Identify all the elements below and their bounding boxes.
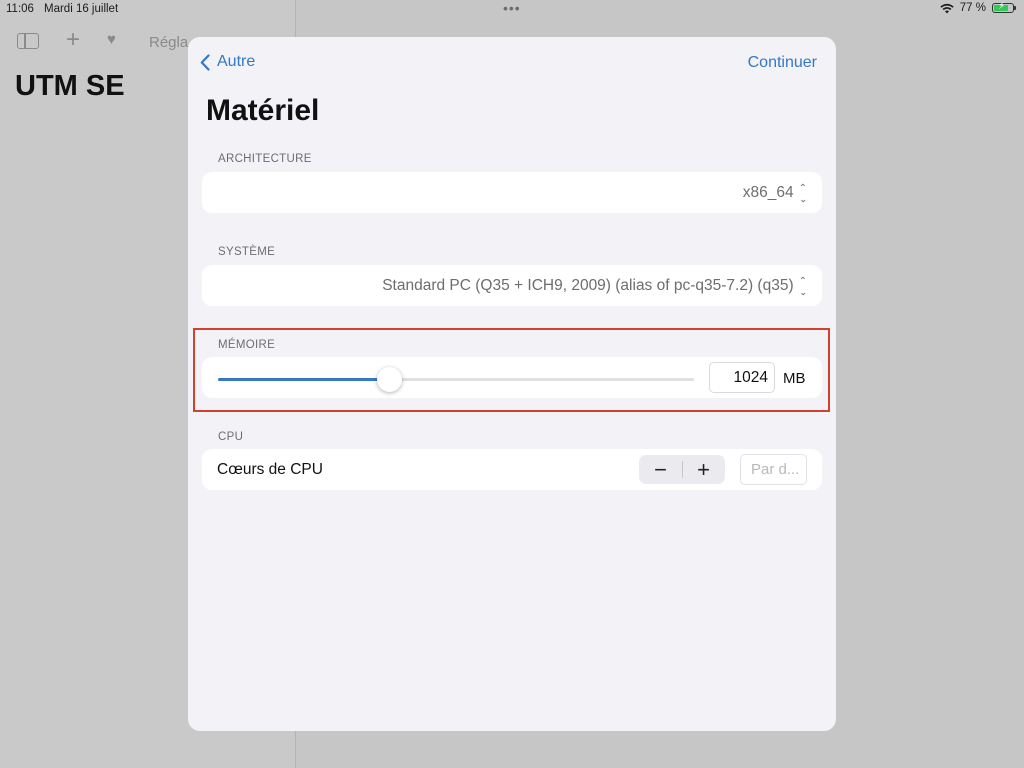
battery-percent: 77 % [959,2,986,14]
chevron-left-icon [200,53,210,71]
increment-button[interactable]: + [682,455,725,484]
status-right: 77 % ⚡ [940,1,1016,14]
architecture-picker[interactable]: x86_64 ⌃ ⌃ [202,172,822,213]
settings-label[interactable]: Régla [149,34,188,51]
battery-icon: ⚡ [992,1,1016,13]
system-value-wrap: Standard PC (Q35 + ICH9, 2009) (alias of… [382,276,807,297]
architecture-value-wrap: x86_64 ⌃ ⌃ [742,183,807,204]
system-picker[interactable]: Standard PC (Q35 + ICH9, 2009) (alias of… [202,265,822,306]
cpu-cores-stepper: − + [639,455,725,484]
charging-icon: ⚡ [998,1,1006,12]
cpu-cores-input[interactable]: Par d... [740,454,807,485]
status-bar: 11:06 Mardi 16 juillet ••• 77 % ⚡ [0,0,1024,20]
status-time: 11:06 [6,3,34,15]
page-title: Matériel [206,94,320,127]
cpu-cores-label: Cœurs de CPU [217,461,323,478]
cpu-cell: Cœurs de CPU − + Par d... [202,449,822,490]
plus-icon[interactable]: + [66,26,80,54]
wifi-icon [940,3,954,13]
sidebar-toggle-icon[interactable] [17,33,39,49]
architecture-value: x86_64 [742,184,794,201]
continue-button[interactable]: Continuer [748,54,817,72]
chevron-updown-icon: ⌃ ⌃ [798,276,807,297]
multitasking-dots-icon[interactable]: ••• [503,1,521,15]
cpu-section-label: CPU [218,431,244,443]
back-label: Autre [217,53,256,70]
decrement-button[interactable]: − [639,455,682,484]
architecture-section-label: ARCHITECTURE [218,153,312,165]
system-section-label: SYSTÈME [218,246,276,258]
app-title: UTM SE [15,70,125,102]
memory-highlight-box [193,328,830,412]
status-date: Mardi 16 juillet [44,3,119,15]
back-button[interactable]: Autre [200,53,255,71]
chevron-updown-icon: ⌃ ⌃ [798,183,807,204]
heart-icon[interactable]: ♥ [107,31,116,48]
system-value: Standard PC (Q35 + ICH9, 2009) (alias of… [382,277,794,294]
